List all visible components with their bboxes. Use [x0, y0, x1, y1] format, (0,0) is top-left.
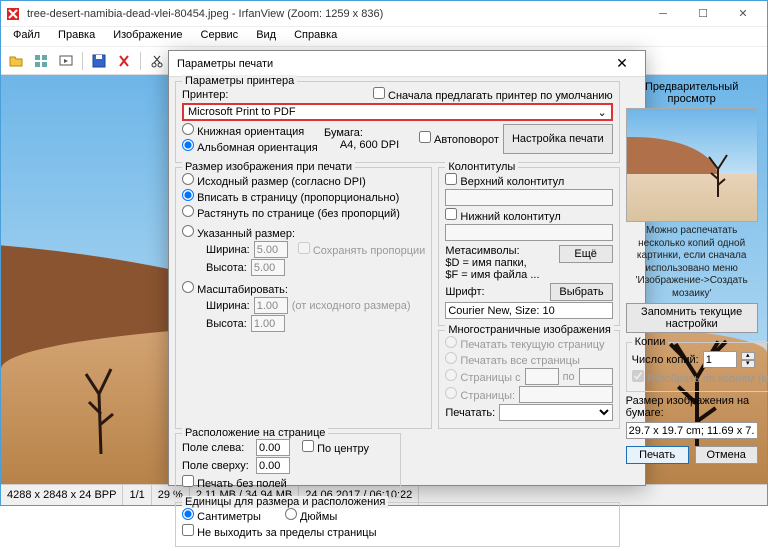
pages-list-radio [445, 387, 457, 399]
copies-group: Копии Число копий: ▴▾ Разобрать по копия… [626, 336, 768, 392]
app-icon [5, 6, 21, 22]
header-checkbox[interactable] [445, 173, 457, 185]
copies-down[interactable]: ▾ [741, 360, 755, 368]
cm-radio[interactable] [182, 508, 194, 520]
paper-label: Бумага: [324, 127, 415, 139]
main-titlebar: tree-desert-namibia-dead-vlei-80454.jpeg… [1, 1, 767, 27]
dialog-titlebar: Параметры печати ✕ [169, 51, 645, 77]
mosaic-info-text: Можно распечатать несколько копий одной … [626, 225, 758, 300]
landscape-radio-label[interactable]: Альбомная ориентация [182, 139, 318, 154]
position-group: Расположение на странице Поле слева: По … [175, 433, 401, 498]
image-size-group-title: Размер изображения при печати [182, 161, 355, 173]
offer-default-checkbox[interactable] [373, 87, 385, 99]
landscape-radio[interactable] [182, 139, 194, 151]
toolbar-separator [82, 52, 83, 70]
dialog-title: Параметры печати [177, 58, 607, 70]
menu-view[interactable]: Вид [248, 27, 284, 46]
print-button[interactable]: Печать [626, 446, 689, 464]
chevron-down-icon: ⌄ [597, 106, 606, 119]
left-margin-input[interactable] [256, 439, 290, 456]
copies-up[interactable]: ▴ [741, 352, 755, 360]
toolbar-separator-2 [140, 52, 141, 70]
save-icon[interactable] [88, 50, 110, 72]
preview-title: Предварительный просмотр [626, 81, 758, 105]
portrait-radio-label[interactable]: Книжная ориентация [182, 123, 304, 138]
autorotate-label[interactable]: Автоповорот [419, 131, 499, 146]
custom-size-radio[interactable] [182, 225, 194, 237]
close-button[interactable]: ✕ [723, 1, 763, 27]
status-page: 1/1 [123, 485, 151, 505]
collate-checkbox [632, 370, 644, 382]
autorotate-checkbox[interactable] [419, 131, 431, 143]
dialog-close-button[interactable]: ✕ [607, 51, 637, 77]
stretch-radio[interactable] [182, 205, 194, 217]
printer-group: Параметры принтера Принтер: Сначала пред… [175, 81, 620, 163]
scale-width-input[interactable] [254, 297, 288, 314]
minimize-button[interactable]: ─ [643, 1, 683, 27]
printer-group-title: Параметры принтера [182, 75, 297, 87]
header-input[interactable] [445, 189, 612, 206]
menu-service[interactable]: Сервис [193, 27, 247, 46]
menu-file[interactable]: Файл [5, 27, 48, 46]
pages-from-radio [445, 369, 457, 381]
top-margin-input[interactable] [256, 457, 290, 474]
printer-select[interactable]: Microsoft Print to PDF ⌄ [182, 103, 613, 121]
center-checkbox[interactable] [302, 440, 314, 452]
print-setup-button[interactable]: Настройка печати [503, 124, 613, 154]
menu-image[interactable]: Изображение [105, 27, 190, 46]
header-footer-group: Колонтитулы Верхний колонтитул Нижний ко… [438, 167, 619, 326]
height-input[interactable] [251, 259, 285, 276]
footer-checkbox[interactable] [445, 208, 457, 220]
portrait-radio[interactable] [182, 123, 194, 135]
paper-value: A4, 600 DPI [324, 139, 415, 151]
cut-icon[interactable] [146, 50, 168, 72]
no-margins-checkbox[interactable] [182, 475, 194, 487]
image-size-group: Размер изображения при печати Исходный р… [175, 167, 432, 429]
offer-default-label[interactable]: Сначала предлагать принтер по умолчанию [373, 87, 613, 102]
font-value-input[interactable] [445, 302, 612, 319]
multipage-group: Многостраничные изображения Печатать тек… [438, 330, 619, 429]
printer-selected-value: Microsoft Print to PDF [188, 106, 296, 118]
original-size-radio[interactable] [182, 173, 194, 185]
print-dialog: Параметры печати ✕ Параметры принтера Пр… [168, 50, 646, 486]
cancel-button[interactable]: Отмена [695, 446, 758, 464]
menu-edit[interactable]: Правка [50, 27, 103, 46]
footer-input[interactable] [445, 224, 612, 241]
copies-input[interactable] [703, 351, 737, 368]
print-pages-select[interactable] [499, 404, 612, 421]
paper-size-value [626, 422, 758, 439]
inches-radio[interactable] [285, 508, 297, 520]
window-controls: ─ ☐ ✕ [643, 1, 763, 27]
units-group: Единицы для размера и расположения Санти… [175, 502, 620, 547]
printer-label: Принтер: [182, 89, 228, 101]
print-all-radio [445, 352, 457, 364]
delete-icon[interactable] [113, 50, 135, 72]
scale-radio[interactable] [182, 281, 194, 293]
stay-inside-checkbox[interactable] [182, 524, 194, 536]
window-title: tree-desert-namibia-dead-vlei-80454.jpeg… [27, 8, 643, 20]
menu-help[interactable]: Справка [286, 27, 345, 46]
print-preview [626, 108, 758, 222]
select-font-button[interactable]: Выбрать [550, 283, 612, 301]
scale-height-input[interactable] [251, 315, 285, 332]
more-button[interactable]: Ещё [559, 245, 613, 263]
open-icon[interactable] [5, 50, 27, 72]
keep-aspect-checkbox[interactable] [298, 242, 310, 254]
slideshow-icon[interactable] [55, 50, 77, 72]
paper-size-label: Размер изображения на бумаге: [626, 395, 758, 419]
fit-page-radio[interactable] [182, 189, 194, 201]
thumbnails-icon[interactable] [30, 50, 52, 72]
maximize-button[interactable]: ☐ [683, 1, 723, 27]
remember-settings-button[interactable]: Запомнить текущие настройки [626, 303, 758, 333]
status-dimensions: 4288 x 2848 x 24 BPP [1, 485, 123, 505]
menubar: Файл Правка Изображение Сервис Вид Справ… [1, 27, 767, 47]
print-current-radio [445, 336, 457, 348]
width-input[interactable] [254, 241, 288, 258]
